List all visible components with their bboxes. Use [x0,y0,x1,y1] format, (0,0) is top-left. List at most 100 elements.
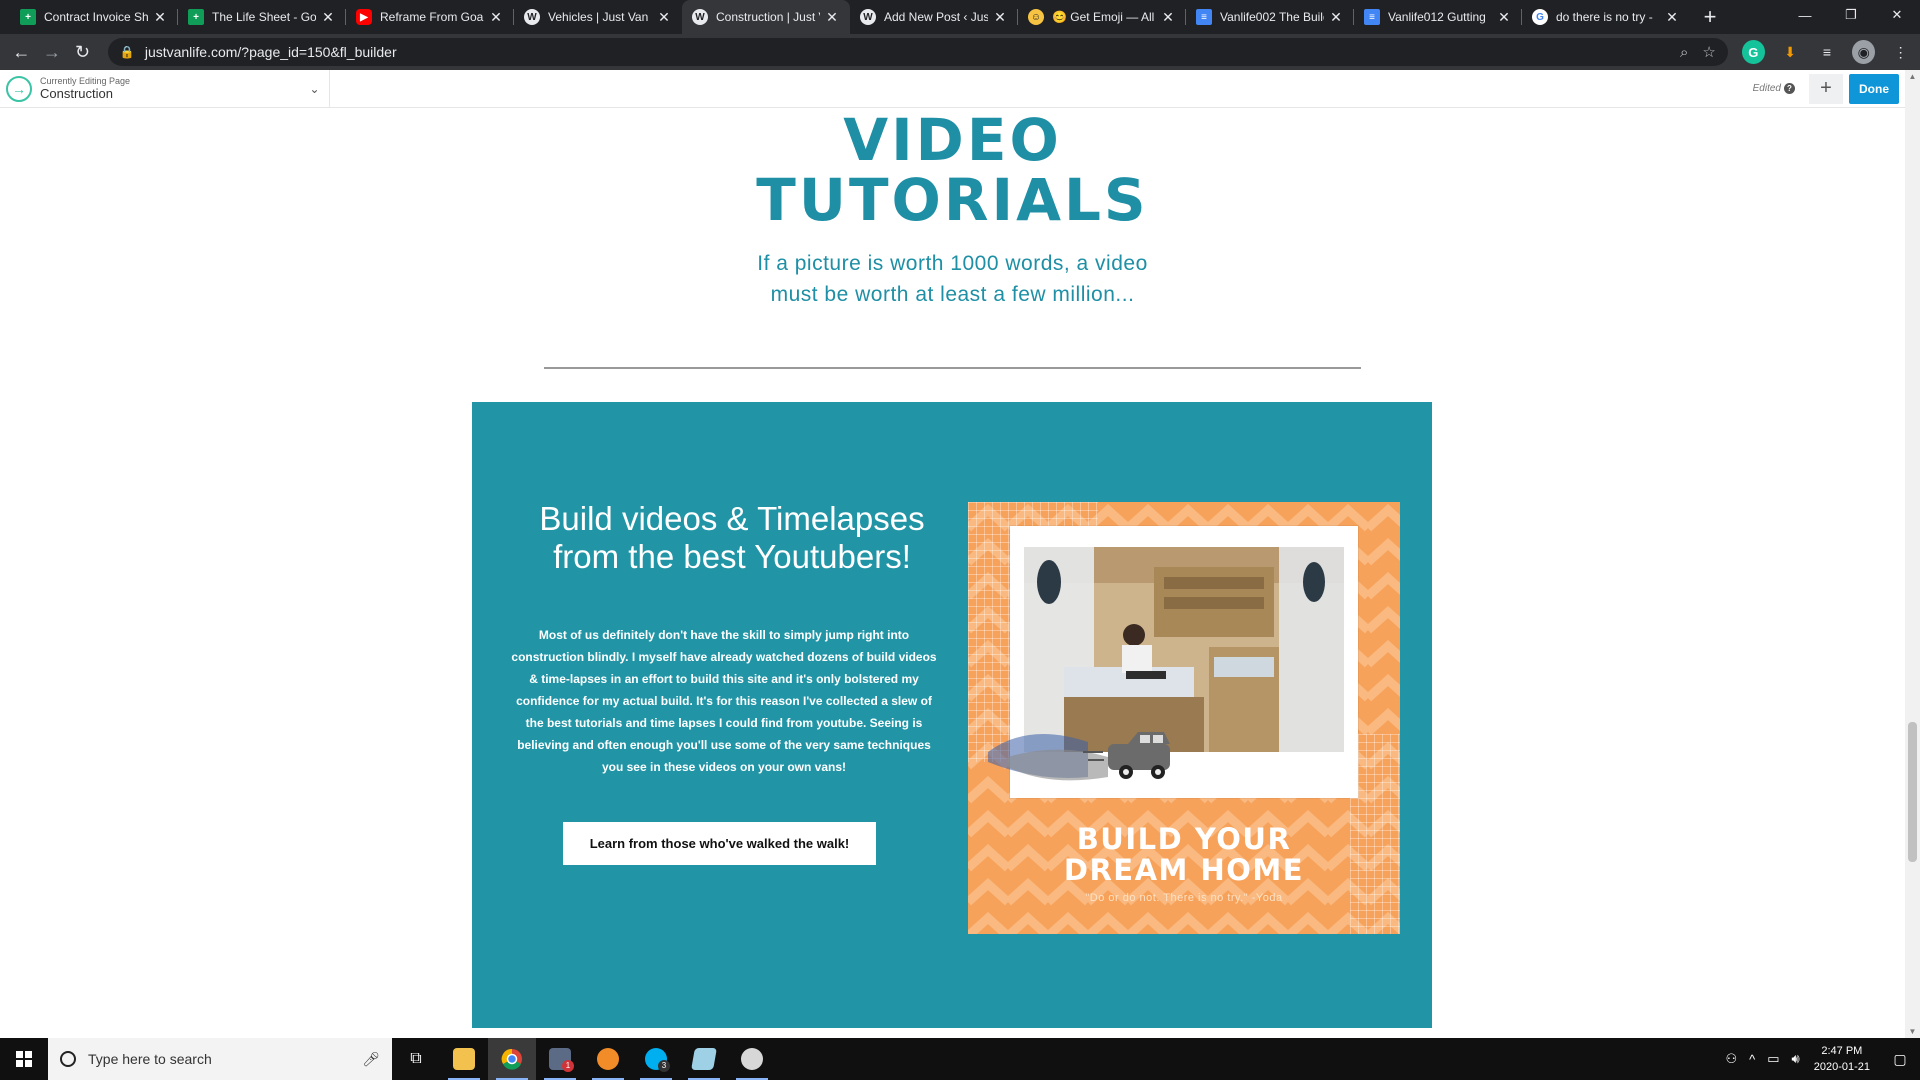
browser-tab[interactable]: + The Life Sheet - Go ✕ [178,0,346,34]
system-tray: ⚇ ^ ▭ 🔊︎ 2:47 PM 2020-01-21 ▢ [1719,1038,1920,1080]
close-icon[interactable]: ✕ [1328,9,1344,26]
sheets-icon: + [188,9,204,25]
cortana-icon [60,1051,76,1067]
windows-start-icon[interactable] [0,1038,48,1080]
page-title: VIDEO TUTORIALS [756,108,1149,234]
people-icon[interactable]: ⚇ [1725,1051,1737,1067]
mail-app-icon[interactable]: 1 [536,1038,584,1080]
close-icon[interactable]: ✕ [152,9,168,26]
builder-logo[interactable]: → [0,70,38,108]
chevron-up-icon[interactable]: ^ [1749,1052,1755,1067]
scrollbar-thumb[interactable] [1908,722,1917,862]
learn-more-button[interactable]: Learn from those who've walked the walk! [563,822,876,865]
edited-status: Edited? [1753,83,1795,94]
help-icon[interactable]: ? [1784,83,1795,94]
close-icon[interactable]: ✕ [992,9,1008,26]
chrome-icon[interactable] [488,1038,536,1080]
clock[interactable]: 2:47 PM 2020-01-21 [1814,1043,1870,1075]
currently-editing[interactable]: Currently Editing Page Construction [40,76,300,101]
scroll-up-icon[interactable]: ▲ [1905,72,1920,81]
flower-app-icon[interactable] [584,1038,632,1080]
promo-title: BUILD YOUR DREAM HOME [1063,822,1305,887]
close-icon[interactable]: ✕ [1160,9,1176,26]
sheets-icon: + [20,9,36,25]
tab-title: Vanlife012 Gutting [1388,10,1486,24]
new-tab-button[interactable]: + [1696,3,1724,31]
reload-icon[interactable]: ↻ [69,38,96,66]
tab-title: do there is no try - [1556,10,1653,24]
section-heading: Build videos & Timelapses from the best … [539,500,925,575]
restore-icon[interactable]: ❐ [1828,0,1874,30]
editing-page-name: Construction [40,86,113,101]
emoji-icon: ☺ [1028,9,1044,25]
browser-tab[interactable]: ≡ Vanlife012 Gutting ✕ [1354,0,1522,34]
wordpress-icon: W [860,9,876,25]
browser-tab-active[interactable]: W Construction | Just V ✕ [682,0,850,34]
notes-app-icon[interactable] [680,1038,728,1080]
address-bar[interactable]: 🔒 justvanlife.com/?page_id=150&fl_builde… [107,38,1728,66]
tab-title: The Life Sheet - Go [212,10,316,24]
add-content-button[interactable]: + [1809,73,1843,104]
network-icon[interactable]: ▭ [1767,1051,1779,1067]
window-controls: — ❐ ✕ [1782,0,1920,30]
close-icon[interactable]: ✕ [656,9,672,26]
browser-tab[interactable]: G do there is no try - ✕ [1522,0,1690,34]
tab-title: Contract Invoice Sh [44,10,148,24]
forward-arrow-icon[interactable]: → [39,38,66,66]
paint-app-icon[interactable] [728,1038,776,1080]
url-text[interactable]: justvanlife.com/?page_id=150&fl_builder [145,44,1666,60]
close-icon[interactable]: ✕ [824,9,840,26]
skype-icon[interactable]: 3 [632,1038,680,1080]
browser-tab[interactable]: ▶ Reframe From Goal ✕ [346,0,514,34]
promo-quote: "Do or do not. There is no try." -Yoda [1085,892,1283,904]
back-arrow-icon[interactable]: ← [8,38,35,66]
google-icon: G [1532,9,1548,25]
scroll-down-icon[interactable]: ▼ [1905,1027,1920,1036]
close-icon[interactable]: ✕ [320,9,336,26]
file-explorer-icon[interactable] [440,1038,488,1080]
browser-toolbar: ← → ↻ 🔒 justvanlife.com/?page_id=150&fl_… [0,34,1920,70]
close-icon[interactable]: ✕ [488,9,504,26]
tab-title: Construction | Just V [716,10,820,24]
page-subtitle: If a picture is worth 1000 words, a vide… [757,252,1148,306]
download-extension-icon[interactable]: ⬇ [1779,40,1802,64]
done-button[interactable]: Done [1849,73,1899,104]
media-control-icon[interactable]: ≡ [1816,40,1839,64]
mail-badge: 1 [562,1060,574,1072]
browser-tab[interactable]: ☺ 😊 Get Emoji — All ✕ [1018,0,1186,34]
close-icon[interactable]: ✕ [1496,9,1512,26]
close-icon[interactable]: ✕ [1664,9,1680,26]
page-builder-bar: → Currently Editing Page Construction ⌄ … [0,69,1905,108]
menu-kebab-icon[interactable]: ⋮ [1889,40,1912,64]
youtube-icon: ▶ [356,9,372,25]
browser-tab-strip: + Contract Invoice Sh ✕ + The Life Sheet… [0,0,1920,34]
windows-taskbar: Type here to search 🎤︎ ⧉ 1 3 ⚇ ^ ▭ 🔊︎ 2:… [0,1038,1920,1080]
grammarly-extension-icon[interactable]: G [1741,40,1765,64]
clock-time: 2:47 PM [1821,1045,1863,1057]
taskbar-search[interactable]: Type here to search 🎤︎ [48,1038,392,1080]
close-window-icon[interactable]: ✕ [1874,0,1920,30]
tab-title: 😊 Get Emoji — All [1052,10,1155,24]
divider [544,367,1361,369]
task-view-icon[interactable]: ⧉ [392,1038,440,1080]
vertical-scrollbar[interactable]: ▲ ▼ [1905,70,1920,1038]
bookmark-star-icon[interactable]: ☆ [1702,43,1715,61]
browser-tab[interactable]: W Add New Post ‹ Just ✕ [850,0,1018,34]
microphone-icon[interactable]: 🎤︎ [362,1051,380,1068]
browser-tab[interactable]: + Contract Invoice Sh ✕ [10,0,178,34]
section-body: Most of us definitely don't have the ski… [511,628,937,774]
browser-tab[interactable]: ≡ Vanlife002 The Build ✕ [1186,0,1354,34]
van-illustration [988,732,1170,781]
profile-avatar-icon[interactable]: ◉ [1852,40,1876,64]
arrow-right-circle-icon: → [6,75,32,102]
search-placeholder: Type here to search [88,1051,212,1067]
minimize-icon[interactable]: — [1782,0,1828,30]
tab-title: Vehicles | Just Van L [548,10,652,24]
volume-icon[interactable]: 🔊︎ [1792,1051,1800,1067]
notifications-icon[interactable]: ▢ [1880,1038,1920,1080]
clock-date: 2020-01-21 [1813,1061,1870,1073]
build-videos-section: Build videos & Timelapses from the best … [472,402,1432,1028]
chevron-down-icon[interactable]: ⌄ [300,69,330,108]
browser-tab[interactable]: W Vehicles | Just Van L ✕ [514,0,682,34]
zoom-icon[interactable]: ⌕ [1680,44,1688,61]
